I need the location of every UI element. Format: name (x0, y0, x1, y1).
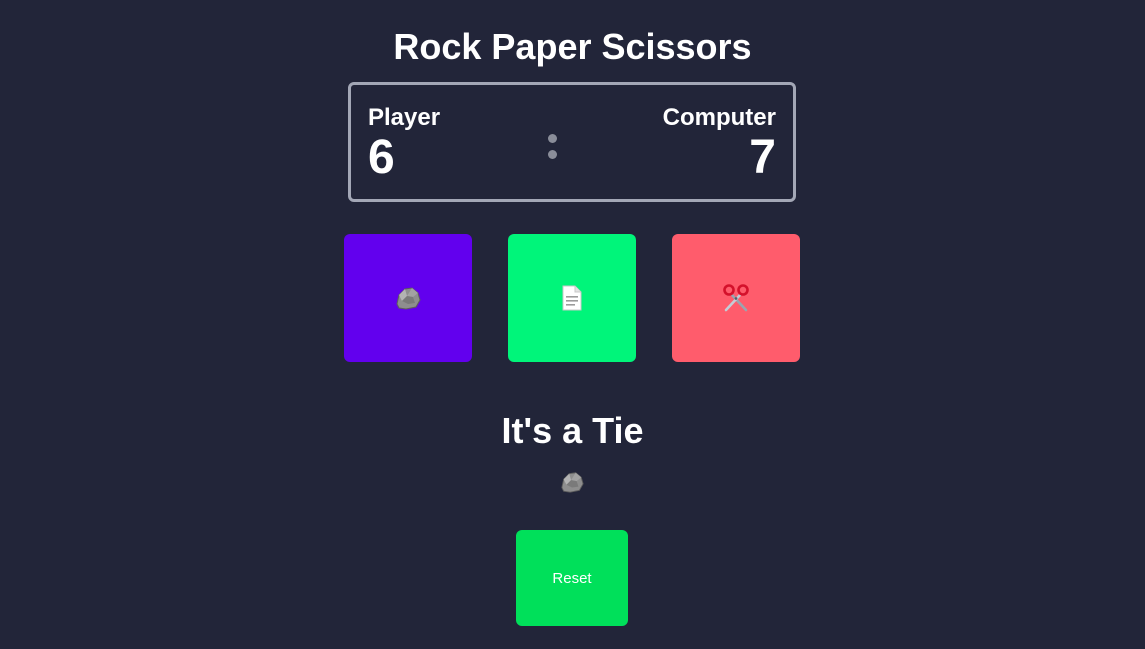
scoreboard: Player 6 Computer 7 (348, 82, 796, 202)
rock-icon (561, 472, 584, 493)
page-title: Rock Paper Scissors (393, 26, 752, 67)
result-text: It's a Tie (501, 410, 644, 451)
paper-button[interactable] (508, 234, 636, 362)
reset-button[interactable]: Reset (516, 530, 628, 626)
rock-icon (396, 287, 421, 310)
scissors-button[interactable] (672, 234, 800, 362)
player-score-panel: Player 6 (368, 103, 440, 183)
computer-score-panel: Computer 7 (663, 103, 776, 183)
score-separator (548, 134, 558, 166)
scissors-icon (723, 284, 749, 312)
rock-button[interactable] (344, 234, 472, 362)
page-icon (562, 285, 582, 311)
player-label: Player (368, 104, 441, 131)
computer-score: 7 (749, 131, 776, 184)
player-score: 6 (368, 131, 395, 184)
computer-label: Computer (662, 104, 776, 131)
